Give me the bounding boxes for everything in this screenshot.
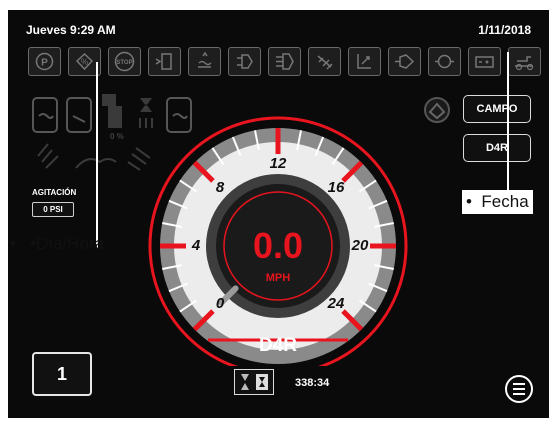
engine-icon bbox=[388, 47, 421, 76]
flow-icon bbox=[268, 47, 301, 76]
pump-icon bbox=[228, 47, 261, 76]
water-level-icon bbox=[188, 47, 221, 76]
speed-unit: MPH bbox=[265, 272, 291, 284]
menu-icon-bar bbox=[513, 388, 525, 390]
display-screen: Jueves 9:29 AM 1/11/2018 P % STOP 0 % AG… bbox=[8, 10, 549, 418]
date-annotation-text: Fecha bbox=[481, 192, 529, 211]
gauge-tick-label: 12 bbox=[269, 155, 287, 172]
gauge-tick-label: 4 bbox=[191, 237, 201, 254]
annotation-bullet: • bbox=[10, 234, 16, 253]
date-annotation: • Fecha bbox=[462, 190, 533, 214]
row-button[interactable]: 1 bbox=[32, 352, 92, 396]
filter-icon bbox=[148, 47, 181, 76]
indicator-icon-bar: P % STOP bbox=[28, 47, 541, 77]
agitation-label: AGITACIÓN bbox=[32, 188, 77, 197]
annotation-bullet: • bbox=[466, 192, 472, 211]
gauge-tick-label: 16 bbox=[327, 179, 345, 197]
gear-button[interactable]: D4R bbox=[463, 134, 531, 162]
tank-percent-text: 0 % bbox=[110, 132, 124, 141]
menu-button[interactable] bbox=[505, 375, 533, 403]
speed-value: 0.0 bbox=[252, 225, 304, 266]
agitation-value: 0 PSI bbox=[32, 202, 74, 217]
svg-text:STOP: STOP bbox=[116, 60, 132, 66]
gauge-tick-label: 24 bbox=[327, 294, 345, 312]
gauge-tick-label: 8 bbox=[215, 179, 225, 197]
stop-icon: STOP bbox=[108, 47, 141, 76]
datetime-pointer-line bbox=[96, 62, 98, 248]
svg-text:P: P bbox=[41, 58, 48, 69]
gear-label: D4R bbox=[258, 335, 297, 356]
timer-icon bbox=[234, 369, 274, 395]
datetime-text: Jueves 9:29 AM bbox=[26, 23, 116, 37]
no-spray-icon bbox=[308, 47, 341, 76]
parking-brake-icon: P bbox=[28, 47, 61, 76]
gauge-tick-label: 0 bbox=[215, 294, 225, 312]
boom-icon bbox=[348, 47, 381, 76]
menu-icon-bar bbox=[513, 383, 525, 385]
gauge-tick-label: 20 bbox=[351, 237, 369, 254]
map-icon[interactable] bbox=[422, 96, 452, 124]
datetime-annotation-text: •Día/Hora bbox=[30, 234, 105, 253]
date-text: 1/11/2018 bbox=[478, 23, 531, 37]
tractor-icon bbox=[508, 47, 541, 76]
timer-value: 338:34 bbox=[295, 377, 330, 389]
battery-icon bbox=[468, 47, 501, 76]
date-pointer-line bbox=[507, 52, 509, 192]
datetime-annotation: • •Día/Hora bbox=[10, 234, 104, 254]
svg-text:%: % bbox=[81, 58, 88, 67]
light-icon bbox=[428, 47, 461, 76]
menu-icon-bar bbox=[513, 393, 525, 395]
mode-button[interactable]: CAMPO bbox=[463, 95, 531, 123]
